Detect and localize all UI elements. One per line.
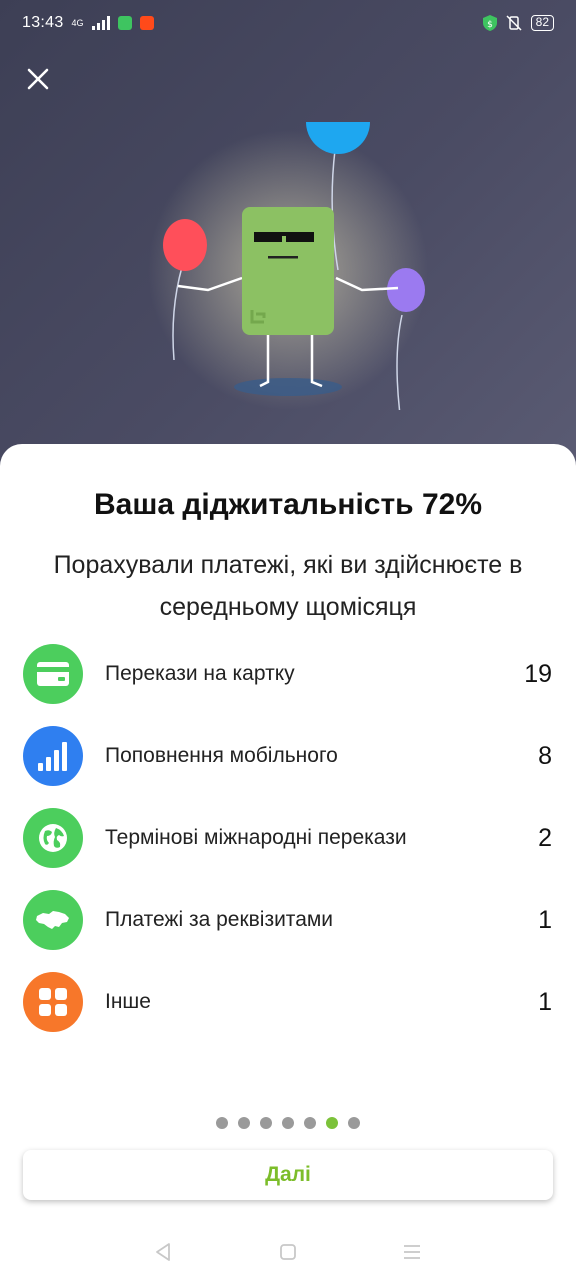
mascot-illustration <box>148 122 428 410</box>
page-dot[interactable] <box>238 1117 250 1129</box>
message-app-icon <box>117 16 132 30</box>
list-item-count: 2 <box>538 824 552 852</box>
list-item-count: 1 <box>538 988 552 1016</box>
list-item: Інше 1 <box>0 970 576 1052</box>
network-type: 4G <box>71 17 84 28</box>
shield-icon: $ <box>482 15 497 31</box>
page-dot[interactable] <box>216 1117 228 1129</box>
page-dot[interactable] <box>282 1117 294 1129</box>
grid-icon <box>23 972 83 1032</box>
signal-icon <box>91 16 110 30</box>
close-button[interactable] <box>22 66 54 98</box>
list-item-count: 19 <box>524 660 552 688</box>
system-nav-bar <box>0 1224 576 1280</box>
payments-list: Перекази на картку 19 Поповнення мобільн… <box>0 642 576 1052</box>
battery-icon: 82 <box>530 15 554 31</box>
close-icon <box>27 68 49 90</box>
reddit-app-icon <box>139 16 154 30</box>
page-dot[interactable] <box>304 1117 316 1129</box>
page-dot[interactable] <box>260 1117 272 1129</box>
list-item-label: Інше <box>105 990 151 1013</box>
list-item-label: Термінові міжнародні перекази <box>105 826 407 849</box>
pagination-dots <box>0 1117 576 1129</box>
list-item-label: Платежі за реквізитами <box>105 908 334 931</box>
page-dot[interactable] <box>326 1117 338 1129</box>
list-item-count: 1 <box>538 906 552 934</box>
svg-text:$: $ <box>487 20 493 30</box>
vibrate-off-icon <box>506 15 522 31</box>
ukraine-map-icon <box>23 890 83 950</box>
back-icon[interactable] <box>154 1242 174 1262</box>
home-icon[interactable] <box>279 1243 297 1261</box>
status-time: 13:43 <box>22 14 64 31</box>
page-dot[interactable] <box>348 1117 360 1129</box>
list-item: Перекази на картку 19 <box>0 642 576 724</box>
hero-banner: 13:43 4G $ 82 <box>0 0 576 470</box>
menu-icon[interactable] <box>402 1243 422 1261</box>
status-bar: 13:43 4G $ 82 <box>0 0 576 46</box>
globe-icon <box>23 808 83 868</box>
list-item: Термінові міжнародні перекази 2 <box>0 806 576 888</box>
list-item-count: 8 <box>538 742 552 770</box>
status-right: $ 82 <box>482 15 554 31</box>
list-item: Поповнення мобільного 8 <box>0 724 576 806</box>
page-subtitle: Порахували платежі, які ви здійснюєте в … <box>53 551 523 621</box>
list-item-label: Поповнення мобільного <box>105 744 338 767</box>
list-item-label: Перекази на картку <box>105 662 295 685</box>
status-left: 13:43 4G <box>22 14 154 32</box>
signal-bars-icon <box>23 726 83 786</box>
page-title: Ваша діджитальність 72% <box>93 488 483 521</box>
next-button[interactable]: Далі <box>23 1150 553 1200</box>
list-item: Платежі за реквізитами 1 <box>0 888 576 970</box>
card-icon <box>23 644 83 704</box>
